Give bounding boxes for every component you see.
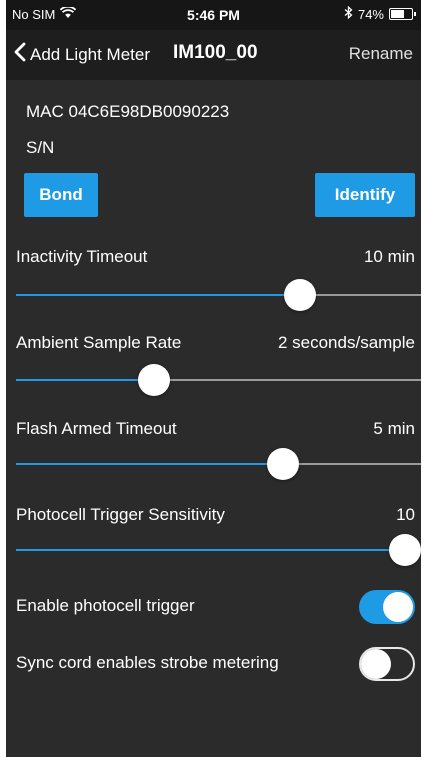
battery-icon [389,8,416,20]
serial-number: S/N [26,138,55,157]
status-right: 74% [344,5,416,22]
identify-button[interactable]: Identify [315,173,415,217]
slider-track-fill [16,294,300,296]
phone-screen: No SIM 5:46 PM 74% Add Light Meter IM100… [6,0,421,757]
nav-bar: Add Light Meter IM100_00 Rename [6,30,421,80]
toggle-knob [361,649,391,679]
rename-button[interactable]: Rename [349,44,413,64]
photocell-sensitivity-label: Photocell Trigger Sensitivity [16,505,225,524]
slider-thumb[interactable] [267,448,300,480]
page-title: IM100_00 [173,42,258,63]
back-button[interactable]: Add Light Meter [14,42,150,67]
sync-cord-strobe-label: Sync cord enables strobe metering [16,653,279,672]
slider-thumb[interactable] [283,279,316,311]
ambient-sample-rate-label: Ambient Sample Rate [16,333,182,352]
photocell-sensitivity-slider[interactable] [16,533,421,567]
inactivity-timeout-slider[interactable] [16,278,421,312]
slider-track-fill [16,549,405,551]
inactivity-timeout-value: 10 min [363,247,415,266]
enable-photocell-trigger-label: Enable photocell trigger [16,596,195,615]
mac-address: MAC 04C6E98DB0090223 [26,102,230,121]
slider-thumb[interactable] [388,534,421,566]
slider-track-fill [16,463,284,465]
ambient-sample-rate-slider[interactable] [16,363,421,397]
sync-cord-strobe-toggle[interactable] [359,647,415,681]
bluetooth-icon [344,5,353,22]
enable-photocell-trigger-toggle[interactable] [359,590,415,624]
chevron-left-icon [14,42,26,67]
slider-track-fill [16,379,154,381]
flash-armed-timeout-slider[interactable] [16,447,421,481]
status-bar: No SIM 5:46 PM 74% [6,0,421,30]
flash-armed-timeout-label: Flash Armed Timeout [16,419,177,438]
back-label: Add Light Meter [30,44,151,64]
ambient-sample-rate-value: 2 seconds/sample [277,333,415,352]
photocell-sensitivity-value: 10 [396,505,415,524]
battery-percent: 74% [357,6,384,22]
slider-thumb[interactable] [137,364,170,396]
flash-armed-timeout-value: 5 min [373,419,415,438]
bond-button[interactable]: Bond [24,173,98,217]
toggle-knob [383,592,413,622]
inactivity-timeout-label: Inactivity Timeout [16,247,148,266]
